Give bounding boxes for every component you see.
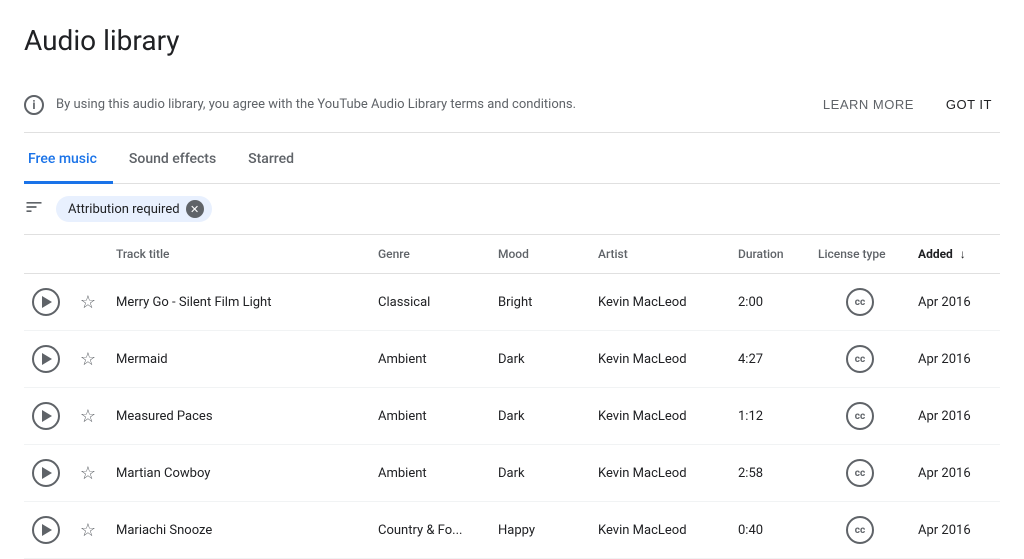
track-added: Apr 2016 (910, 502, 1000, 559)
tab-starred[interactable]: Starred (232, 137, 310, 184)
cc-license-badge: cc (846, 459, 874, 487)
track-title: Merry Go - Silent Film Light (108, 274, 370, 331)
track-license: cc (810, 502, 910, 559)
play-cell (24, 445, 68, 502)
track-duration: 2:58 (730, 445, 810, 502)
play-button[interactable] (32, 402, 60, 430)
track-title: Martian Cowboy (108, 445, 370, 502)
track-genre: Country & Fo... (370, 502, 490, 559)
track-duration: 2:00 (730, 274, 810, 331)
track-license: cc (810, 331, 910, 388)
play-button[interactable] (32, 345, 60, 373)
cc-license-badge: cc (846, 402, 874, 430)
filter-chip-label: Attribution required (68, 202, 180, 217)
table-row: ☆ Merry Go - Silent Film Light Classical… (24, 274, 1000, 331)
cc-license-badge: cc (846, 288, 874, 316)
track-duration: 0:40 (730, 502, 810, 559)
play-cell (24, 331, 68, 388)
col-header-duration[interactable]: Duration (730, 235, 810, 274)
play-button[interactable] (32, 288, 60, 316)
star-button[interactable]: ☆ (76, 290, 100, 314)
play-icon (42, 467, 52, 479)
star-cell: ☆ (68, 331, 108, 388)
star-button[interactable]: ☆ (76, 461, 100, 485)
cc-license-badge: cc (846, 516, 874, 544)
track-artist: Kevin MacLeod (590, 331, 730, 388)
track-added: Apr 2016 (910, 274, 1000, 331)
track-added: Apr 2016 (910, 388, 1000, 445)
table-row: ☆ Mariachi Snooze Country & Fo... Happy … (24, 502, 1000, 559)
col-header-artist[interactable]: Artist (590, 235, 730, 274)
col-header-added[interactable]: Added ↓ (910, 235, 1000, 274)
play-icon (42, 353, 52, 365)
track-title: Measured Paces (108, 388, 370, 445)
table-row: ☆ Mermaid Ambient Dark Kevin MacLeod 4:2… (24, 331, 1000, 388)
track-artist: Kevin MacLeod (590, 502, 730, 559)
star-button[interactable]: ☆ (76, 404, 100, 428)
play-cell (24, 274, 68, 331)
star-cell: ☆ (68, 388, 108, 445)
track-license: cc (810, 445, 910, 502)
banner-text: By using this audio library, you agree w… (56, 97, 815, 112)
attribution-filter-chip: Attribution required ✕ (56, 196, 212, 222)
track-artist: Kevin MacLeod (590, 445, 730, 502)
col-header-star (68, 235, 108, 274)
track-duration: 4:27 (730, 331, 810, 388)
track-added: Apr 2016 (910, 445, 1000, 502)
track-duration: 1:12 (730, 388, 810, 445)
col-header-play (24, 235, 68, 274)
tab-free-music[interactable]: Free music (24, 137, 113, 184)
track-mood: Dark (490, 331, 590, 388)
col-header-genre[interactable]: Genre (370, 235, 490, 274)
col-header-title[interactable]: Track title (108, 235, 370, 274)
track-genre: Ambient (370, 445, 490, 502)
track-mood: Bright (490, 274, 590, 331)
info-banner: i By using this audio library, you agree… (24, 77, 1000, 133)
col-header-license[interactable]: License type (810, 235, 910, 274)
sort-arrow-icon: ↓ (960, 247, 966, 261)
play-icon (42, 296, 52, 308)
play-button[interactable] (32, 459, 60, 487)
star-button[interactable]: ☆ (76, 518, 100, 542)
tab-sound-effects[interactable]: Sound effects (113, 137, 232, 184)
track-artist: Kevin MacLeod (590, 388, 730, 445)
table-row: ☆ Martian Cowboy Ambient Dark Kevin MacL… (24, 445, 1000, 502)
track-title: Mariachi Snooze (108, 502, 370, 559)
cc-license-badge: cc (846, 345, 874, 373)
col-header-mood[interactable]: Mood (490, 235, 590, 274)
play-icon (42, 410, 52, 422)
filter-chip-close[interactable]: ✕ (186, 200, 204, 218)
track-mood: Dark (490, 445, 590, 502)
track-genre: Ambient (370, 331, 490, 388)
track-license: cc (810, 274, 910, 331)
track-added: Apr 2016 (910, 331, 1000, 388)
track-genre: Ambient (370, 388, 490, 445)
star-cell: ☆ (68, 274, 108, 331)
play-cell (24, 388, 68, 445)
learn-more-button[interactable]: LEARN MORE (815, 89, 922, 120)
tracks-table: Track title Genre Mood Artist Duration L… (24, 235, 1000, 559)
banner-actions: LEARN MORE GOT IT (815, 89, 1000, 120)
track-artist: Kevin MacLeod (590, 274, 730, 331)
track-title: Mermaid (108, 331, 370, 388)
star-cell: ☆ (68, 445, 108, 502)
tab-bar: Free music Sound effects Starred (24, 137, 1000, 184)
page-title: Audio library (24, 24, 1000, 57)
info-icon: i (24, 95, 44, 115)
play-button[interactable] (32, 516, 60, 544)
got-it-button[interactable]: GOT IT (938, 89, 1000, 120)
table-header-row: Track title Genre Mood Artist Duration L… (24, 235, 1000, 274)
star-button[interactable]: ☆ (76, 347, 100, 371)
filter-bar: Attribution required ✕ (24, 184, 1000, 235)
track-mood: Dark (490, 388, 590, 445)
play-icon (42, 524, 52, 536)
track-license: cc (810, 388, 910, 445)
play-cell (24, 502, 68, 559)
filter-icon[interactable] (24, 197, 44, 222)
track-mood: Happy (490, 502, 590, 559)
track-genre: Classical (370, 274, 490, 331)
star-cell: ☆ (68, 502, 108, 559)
table-row: ☆ Measured Paces Ambient Dark Kevin MacL… (24, 388, 1000, 445)
